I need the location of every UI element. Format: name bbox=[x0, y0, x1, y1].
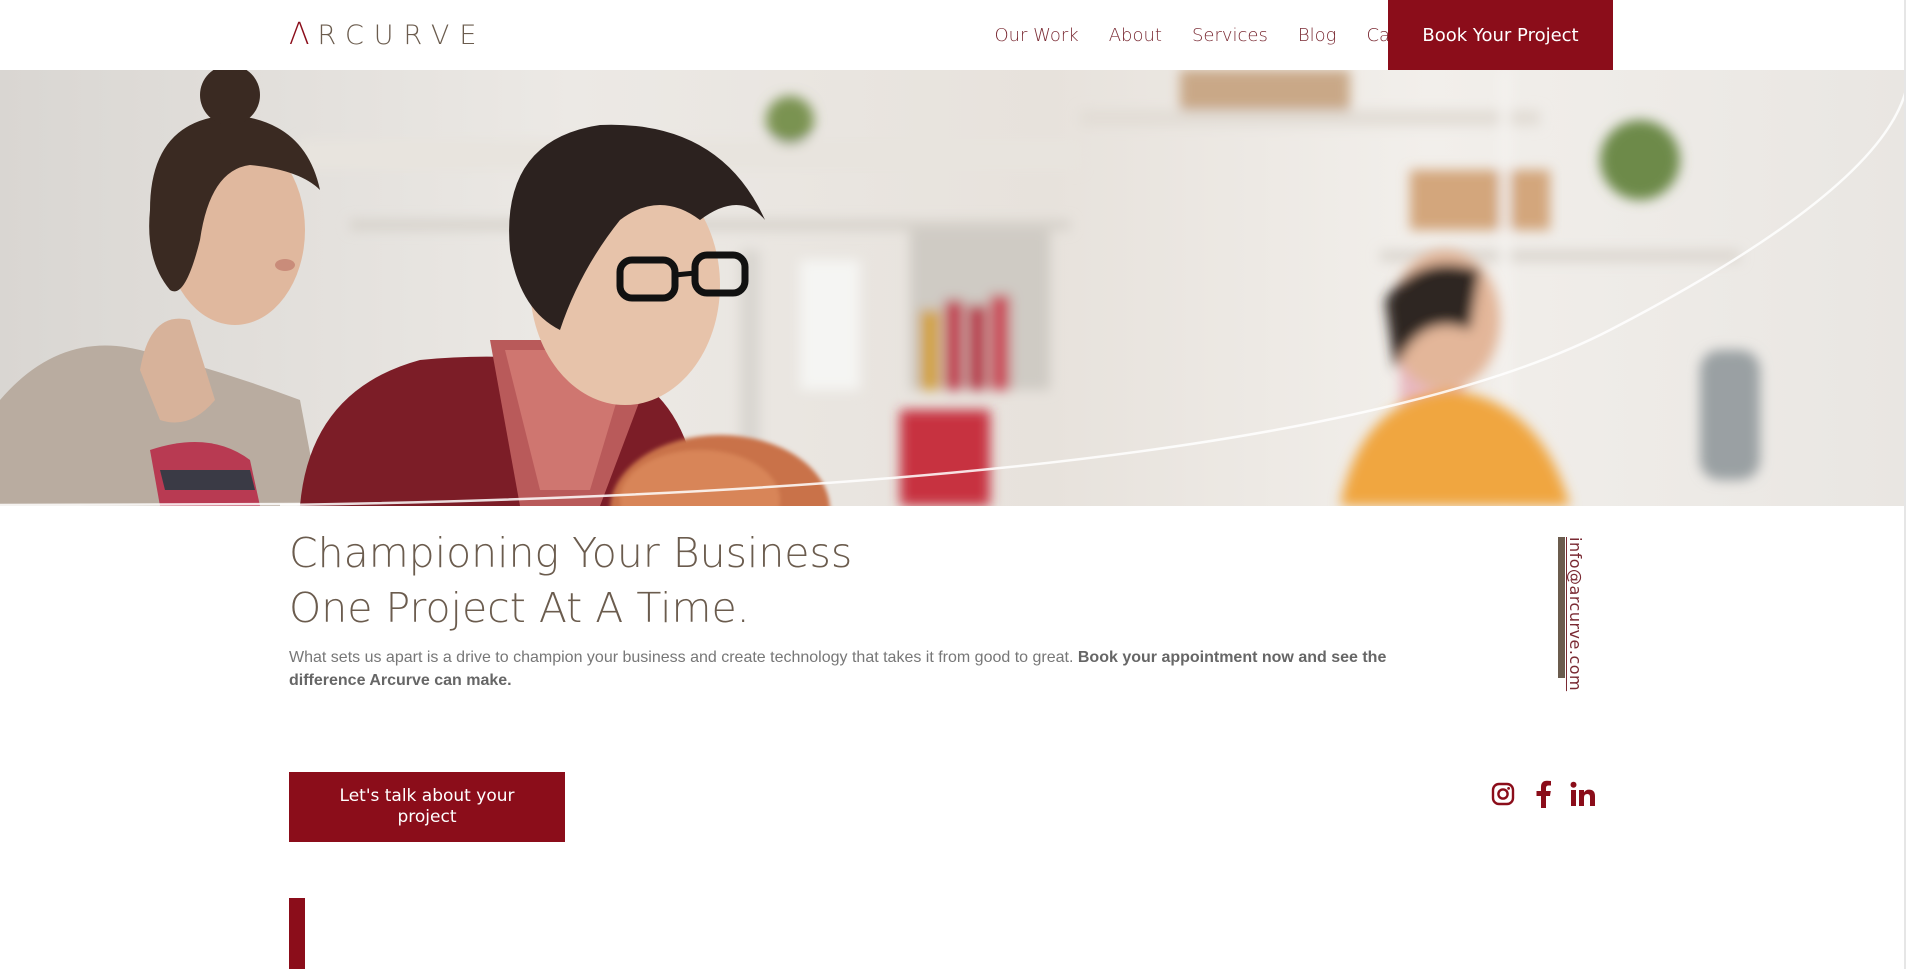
email-accent-bar bbox=[1558, 537, 1565, 678]
main-nav: Our Work About Services Blog Careers bbox=[994, 0, 1436, 70]
nav-services[interactable]: Services bbox=[1192, 25, 1268, 46]
nav-our-work[interactable]: Our Work bbox=[994, 25, 1078, 46]
lets-talk-button[interactable]: Let's talk about your project bbox=[289, 772, 565, 842]
social-links bbox=[1490, 779, 1596, 809]
email-vertical: info@arcurve.com bbox=[1558, 537, 1588, 691]
facebook-icon[interactable] bbox=[1530, 779, 1556, 809]
page-title: Championing Your Business One Project At… bbox=[289, 526, 852, 636]
description-text: What sets us apart is a drive to champio… bbox=[289, 649, 1074, 666]
hero-photo-illustration bbox=[0, 70, 1906, 506]
logo-wordmark: ΛRCURVE bbox=[289, 16, 487, 52]
hero-description: What sets us apart is a drive to champio… bbox=[289, 646, 1439, 692]
title-line-2: One Project At A Time. bbox=[289, 584, 750, 632]
section-accent-bar bbox=[289, 898, 305, 969]
book-your-project-button[interactable]: Book Your Project bbox=[1388, 0, 1613, 70]
instagram-icon[interactable] bbox=[1490, 779, 1516, 809]
woman-left bbox=[0, 70, 320, 506]
email-link[interactable]: info@arcurve.com bbox=[1566, 537, 1585, 691]
linkedin-icon[interactable] bbox=[1570, 779, 1596, 809]
arcurve-logo[interactable]: ΛRCURVE bbox=[289, 17, 486, 52]
site-header: ΛRCURVE Our Work About Services Blog Car… bbox=[0, 0, 1906, 70]
nav-blog[interactable]: Blog bbox=[1298, 25, 1337, 46]
nav-about[interactable]: About bbox=[1109, 25, 1162, 46]
title-line-1: Championing Your Business bbox=[289, 529, 853, 577]
hero-image bbox=[0, 70, 1906, 506]
